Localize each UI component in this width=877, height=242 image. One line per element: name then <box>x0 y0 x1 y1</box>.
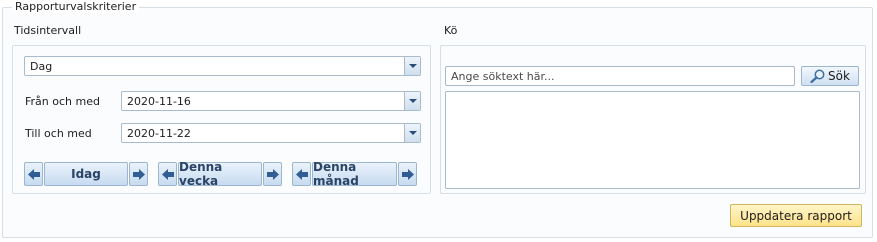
arrow-right-icon <box>133 169 145 180</box>
chevron-down-icon[interactable] <box>404 57 420 75</box>
update-report-button[interactable]: Uppdatera rapport <box>730 204 862 227</box>
queue-search-field[interactable] <box>446 67 794 85</box>
month-next-button[interactable] <box>398 162 417 186</box>
from-date-field[interactable]: 2020-11-16 <box>121 91 421 111</box>
today-next-button[interactable] <box>129 162 148 186</box>
chevron-down-icon[interactable] <box>404 92 420 110</box>
time-interval-heading: Tidsintervall <box>14 24 82 37</box>
today-nav-group: Idag <box>24 162 148 186</box>
arrow-left-icon <box>28 169 40 180</box>
arrow-left-icon <box>296 169 308 180</box>
arrow-right-icon <box>402 169 414 180</box>
search-icon <box>810 69 825 83</box>
arrow-left-icon <box>162 169 174 180</box>
search-button[interactable]: Sök <box>801 66 859 86</box>
to-date-field[interactable]: 2020-11-22 <box>121 123 421 143</box>
month-nav-group: Denna månad <box>292 160 417 188</box>
to-date-value: 2020-11-22 <box>127 127 191 140</box>
period-select-value: Dag <box>30 60 53 73</box>
week-prev-button[interactable] <box>158 162 177 186</box>
from-date-value: 2020-11-16 <box>127 95 191 108</box>
chevron-down-icon[interactable] <box>404 124 420 142</box>
this-week-button[interactable]: Denna vecka <box>178 160 262 188</box>
this-month-button[interactable]: Denna månad <box>312 160 397 188</box>
month-prev-button[interactable] <box>292 162 311 186</box>
week-next-button[interactable] <box>263 162 282 186</box>
search-button-label: Sök <box>828 69 850 83</box>
week-nav-group: Denna vecka <box>158 160 282 188</box>
today-prev-button[interactable] <box>24 162 43 186</box>
to-label: Till och med <box>25 127 92 140</box>
from-label: Från och med <box>25 95 100 108</box>
today-button[interactable]: Idag <box>44 162 128 186</box>
queue-listbox[interactable] <box>445 91 860 189</box>
period-select[interactable]: Dag <box>24 56 421 76</box>
arrow-right-icon <box>267 169 279 180</box>
groupbox-title: Rapporturvalskriterier <box>12 0 140 13</box>
queue-heading: Kö <box>444 24 458 37</box>
queue-search-input[interactable] <box>445 66 795 86</box>
